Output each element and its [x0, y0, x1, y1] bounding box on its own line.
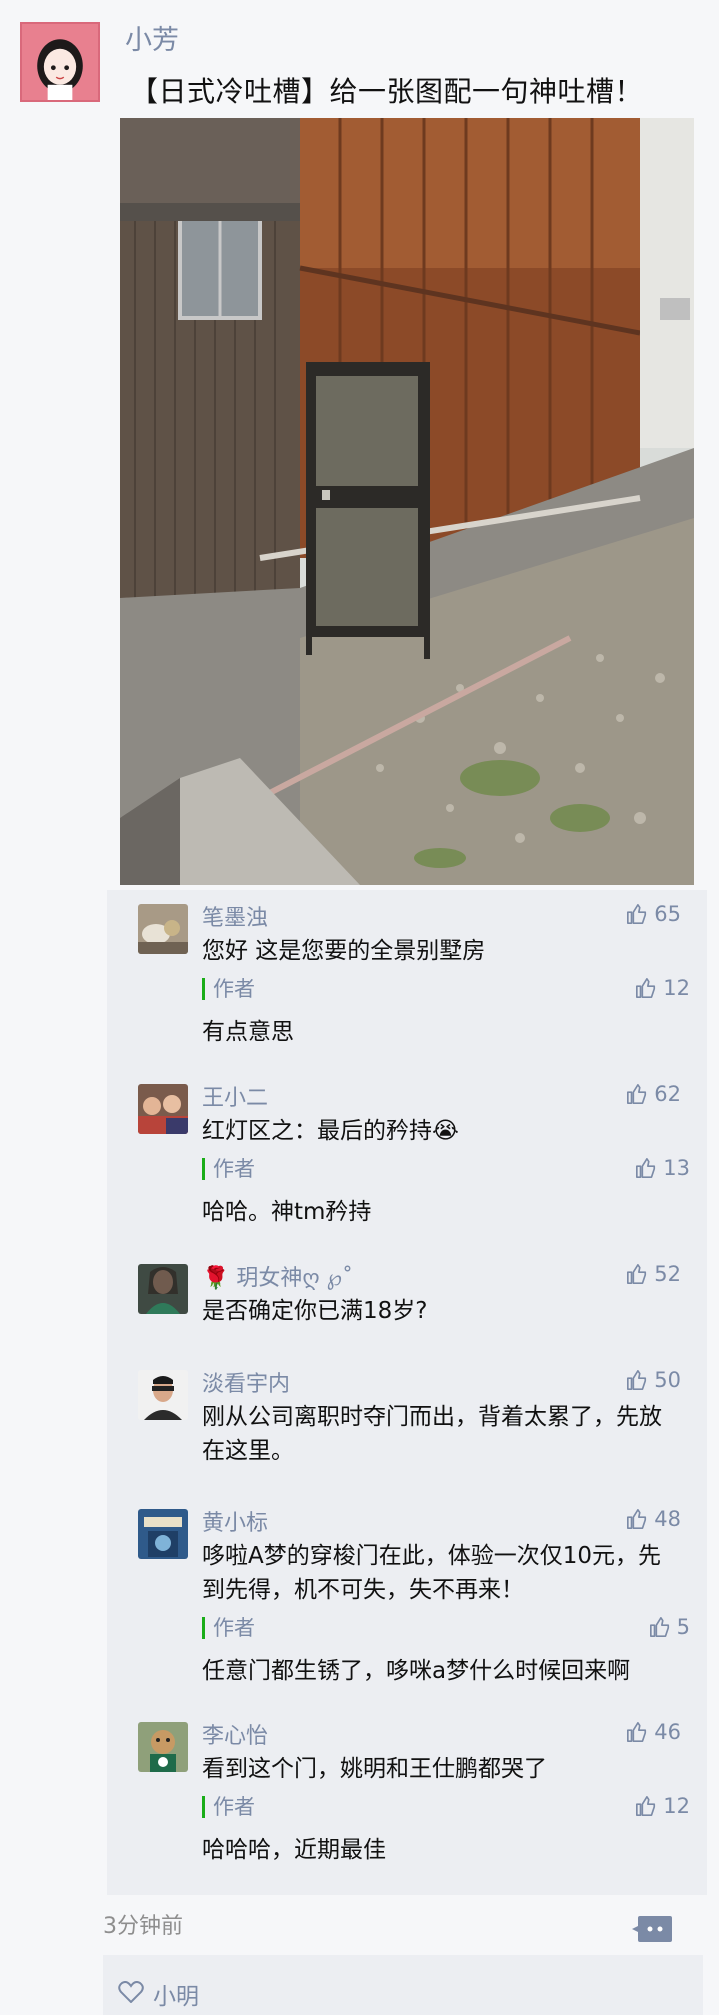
post-timestamp: 3分钟前 [103, 1914, 183, 1939]
comment-icon[interactable] [632, 1914, 674, 1944]
reply-like-button[interactable]: 5 [649, 1615, 690, 1639]
like-count: 46 [654, 1720, 681, 1744]
like-count: 12 [663, 1794, 690, 1818]
like-count: 5 [676, 1615, 690, 1639]
thumbs-up-icon [627, 1084, 647, 1104]
poster-name[interactable]: 小芳 [125, 18, 179, 57]
reply-text: 哈哈。神tm矜持 [202, 1199, 372, 1225]
thumbs-up-icon [636, 1796, 656, 1816]
author-reply: 作者 哈哈。神tm矜持 13 [202, 1156, 690, 1226]
like-button[interactable]: 48 [626, 1507, 681, 1531]
author-reply: 作者 有点意思 12 [202, 976, 690, 1046]
reply-text: 有点意思 [202, 1019, 294, 1045]
commenter-avatar[interactable] [138, 1084, 188, 1134]
liker-name[interactable]: 小明 [153, 1977, 199, 2011]
like-button[interactable]: 65 [626, 902, 681, 926]
comment-text: 哆啦A梦的穿梭门在此，体验一次仅10元，先到先得，机不可失，失不再来！ [202, 1543, 662, 1603]
commenter-avatar[interactable] [138, 1370, 188, 1420]
reply-like-button[interactable]: 13 [635, 1156, 690, 1180]
thumbs-up-icon [636, 978, 656, 998]
commenter-name[interactable]: 王小二 [202, 1080, 268, 1112]
reply-text: 任意门都生锈了，哆咪a梦什么时候回来啊 [202, 1658, 631, 1684]
author-reply: 作者 任意门都生锈了，哆咪a梦什么时候回来啊 5 [202, 1615, 690, 1685]
commenter-avatar[interactable] [138, 1722, 188, 1772]
heart-icon [118, 1981, 144, 2003]
comment-text: 红灯区之：最后的矜持😭 [202, 1118, 459, 1144]
like-count: 13 [663, 1156, 690, 1180]
like-count: 12 [663, 976, 690, 1000]
thumbs-up-icon [649, 1617, 669, 1637]
like-button[interactable]: 52 [626, 1262, 681, 1286]
likes-bar: 小明 [103, 1955, 703, 2015]
comment-text: 刚从公司离职时夺门而出，背着太累了，先放在这里。 [202, 1404, 662, 1464]
reply-like-button[interactable]: 12 [635, 1794, 690, 1818]
like-button[interactable]: 50 [626, 1368, 681, 1392]
commenter-name[interactable]: 黄小标 [202, 1505, 268, 1537]
like-count: 52 [654, 1262, 681, 1286]
author-badge: 作者 [202, 1617, 682, 1639]
comment-text: 是否确定你已满18岁? [202, 1298, 428, 1324]
like-button[interactable]: 62 [626, 1082, 681, 1106]
thumbs-up-icon [636, 1158, 656, 1178]
like-button[interactable]: 46 [626, 1720, 681, 1744]
commenter-name[interactable]: 🌹 玥女神ღ ℘˚ [202, 1260, 353, 1292]
thumbs-up-icon [627, 1370, 647, 1390]
author-badge: 作者 [202, 978, 682, 1000]
comment-text: 看到这个门，姚明和王仕鹏都哭了 [202, 1756, 547, 1782]
commenter-name[interactable]: 李心怡 [202, 1718, 268, 1750]
commenter-avatar[interactable] [138, 904, 188, 954]
author-badge: 作者 [202, 1796, 682, 1818]
commenter-name[interactable]: 笔墨浊 [202, 900, 268, 932]
author-badge: 作者 [202, 1158, 682, 1180]
comment-text: 您好 这是您要的全景别墅房 [202, 938, 486, 964]
poster-avatar[interactable] [20, 22, 100, 102]
thumbs-up-icon [627, 1264, 647, 1284]
commenter-avatar[interactable] [138, 1264, 188, 1314]
like-count: 48 [654, 1507, 681, 1531]
like-count: 62 [654, 1082, 681, 1106]
post-text: 【日式冷吐槽】给一张图配一句神吐槽！ [130, 75, 644, 108]
author-reply: 作者 哈哈哈，近期最佳 12 [202, 1794, 690, 1864]
thumbs-up-icon [627, 904, 647, 924]
like-count: 65 [654, 902, 681, 926]
commenter-avatar[interactable] [138, 1509, 188, 1559]
commenter-name[interactable]: 淡看宇内 [202, 1366, 290, 1398]
post-photo[interactable] [120, 118, 694, 885]
like-count: 50 [654, 1368, 681, 1392]
comments-panel: 笔墨浊 65 您好 这是您要的全景别墅房 作者 有点意思 12 王小二 62 红… [107, 890, 707, 1895]
reply-like-button[interactable]: 12 [635, 976, 690, 1000]
thumbs-up-icon [627, 1509, 647, 1529]
thumbs-up-icon [627, 1722, 647, 1742]
reply-text: 哈哈哈，近期最佳 [202, 1837, 386, 1863]
